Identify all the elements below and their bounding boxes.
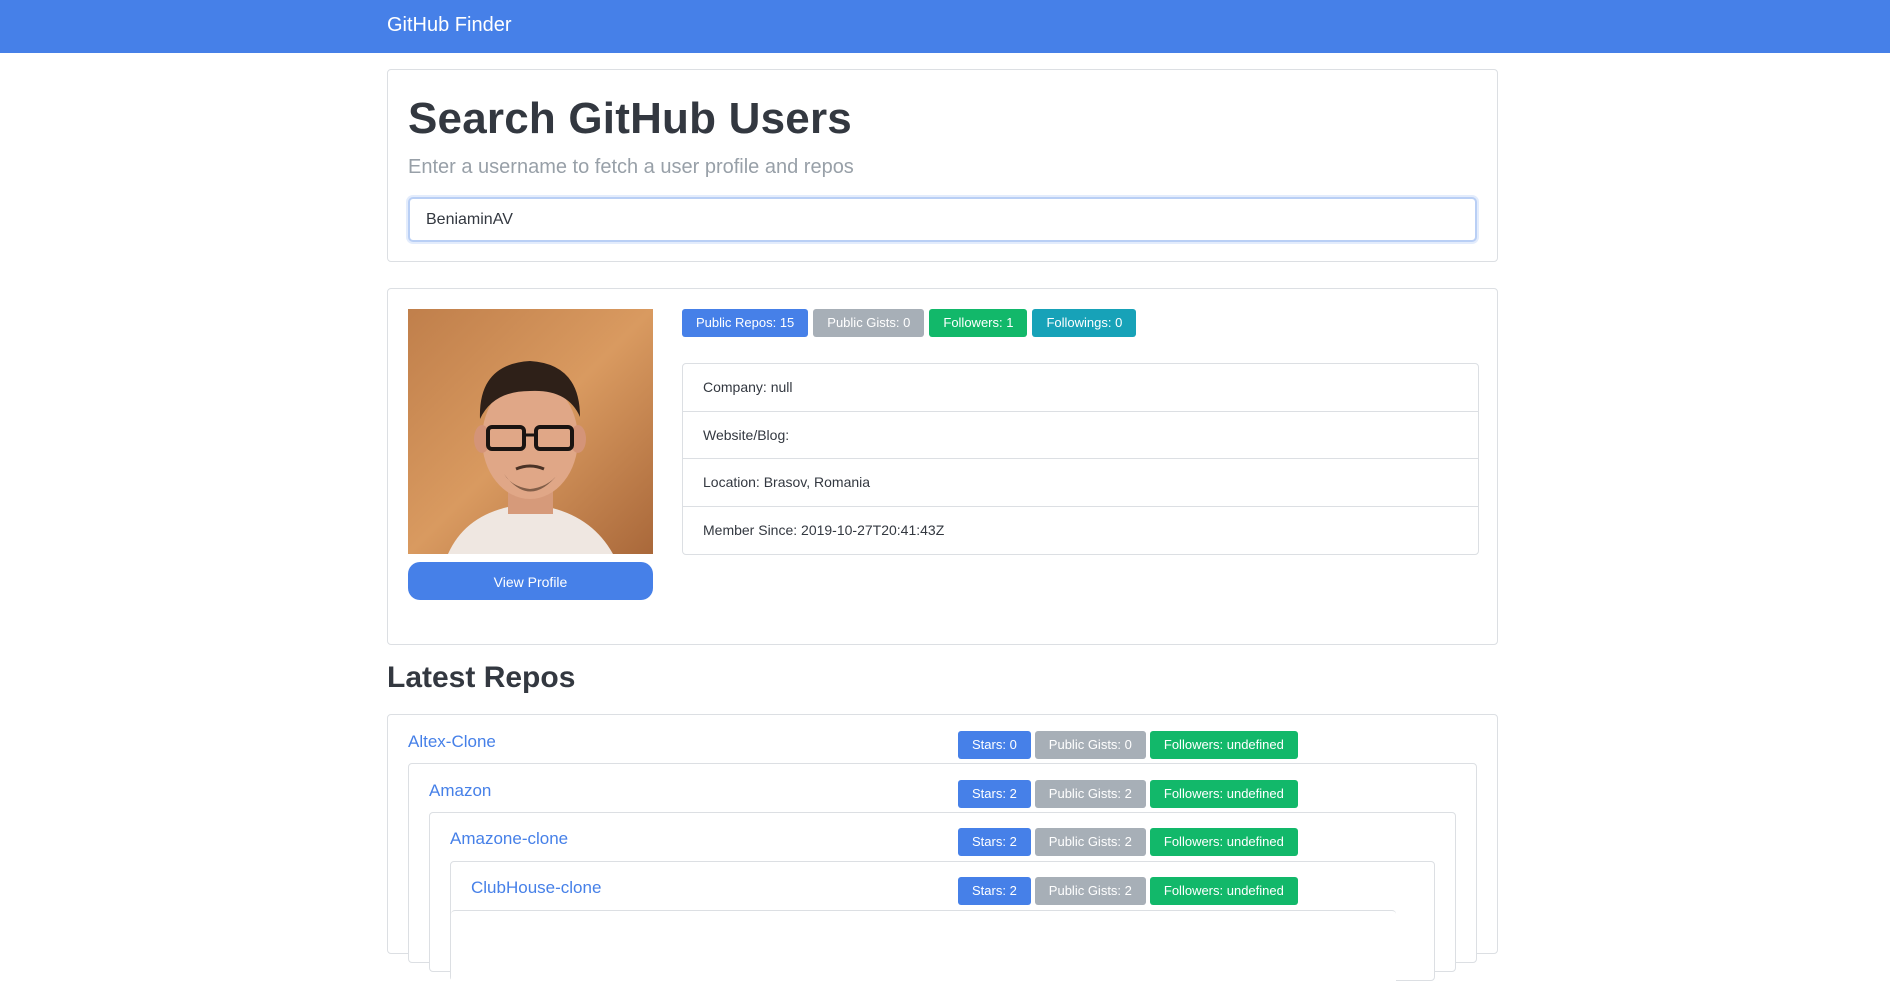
search-card: Search GitHub Users Enter a username to … (387, 69, 1498, 262)
repo-gists-badge: Public Gists: 2 (1034, 877, 1146, 905)
location-item: Location: Brasov, Romania (683, 459, 1478, 507)
main-container: Search GitHub Users Enter a username to … (387, 69, 1498, 990)
profile-badges: Public Repos: 15 Public Gists: 0 Followe… (682, 309, 1137, 337)
repo-badges: Stars: 2 Public Gists: 2 Followers: unde… (958, 828, 1298, 856)
repo-card: Altex-Clone Stars: 0 Public Gists: 0 Fol… (387, 714, 1498, 990)
repo-card-nested (451, 910, 1396, 990)
repo-badges: Stars: 2 Public Gists: 2 Followers: unde… (958, 877, 1298, 905)
followers-badge: Followers: 1 (929, 309, 1028, 337)
navbar: GitHub Finder (0, 0, 1890, 53)
repo-gists-badge: Public Gists: 2 (1034, 780, 1146, 808)
repo-link[interactable]: Amazone-clone (450, 829, 568, 849)
member-since-item: Member Since: 2019-10-27T20:41:43Z (703, 521, 945, 538)
repo-followers-badge: Followers: undefined (1149, 828, 1298, 856)
repo-stars-badge: Stars: 0 (958, 731, 1031, 759)
repo-link[interactable]: ClubHouse-clone (471, 878, 601, 898)
repo-followers-badge: Followers: undefined (1149, 877, 1298, 905)
repo-link[interactable]: Amazon (429, 781, 491, 801)
view-profile-button[interactable]: View Profile (408, 562, 653, 600)
latest-repos-title: Latest Repos (387, 661, 576, 694)
avatar-image (408, 309, 653, 554)
search-title: Search GitHub Users (408, 94, 852, 143)
repo-stars-badge: Stars: 2 (958, 877, 1031, 905)
followings-badge: Followings: 0 (1032, 309, 1137, 337)
avatar (408, 309, 653, 554)
profile-card: View Profile Public Repos: 15 Public Gis… (387, 288, 1498, 645)
repo-card: Amazon Stars: 2 Public Gists: 2 Follower… (408, 763, 1477, 990)
public-repos-badge: Public Repos: 15 (682, 309, 809, 337)
search-subtitle: Enter a username to fetch a user profile… (408, 156, 854, 178)
repo-card: Amazone-clone Stars: 2 Public Gists: 2 F… (429, 812, 1456, 990)
repo-link[interactable]: Altex-Clone (408, 732, 496, 752)
profile-info-list: Company: null Website/Blog: Location: Br… (682, 363, 1479, 555)
public-gists-badge: Public Gists: 0 (813, 309, 925, 337)
repo-gists-badge: Public Gists: 2 (1034, 828, 1146, 856)
repo-badges: Stars: 2 Public Gists: 2 Followers: unde… (958, 780, 1298, 808)
repo-followers-badge: Followers: undefined (1149, 780, 1298, 808)
company-item: Company: null (683, 364, 1478, 412)
repo-card: ClubHouse-clone Stars: 2 Public Gists: 2… (450, 861, 1435, 990)
repo-badges: Stars: 0 Public Gists: 0 Followers: unde… (958, 731, 1298, 759)
search-input[interactable] (408, 197, 1477, 242)
repo-stars-badge: Stars: 2 (958, 828, 1031, 856)
repo-gists-badge: Public Gists: 0 (1034, 731, 1146, 759)
repo-followers-badge: Followers: undefined (1149, 731, 1298, 759)
repo-stars-badge: Stars: 2 (958, 780, 1031, 808)
website-item: Website/Blog: (683, 412, 1478, 459)
brand-title[interactable]: GitHub Finder (387, 14, 512, 37)
